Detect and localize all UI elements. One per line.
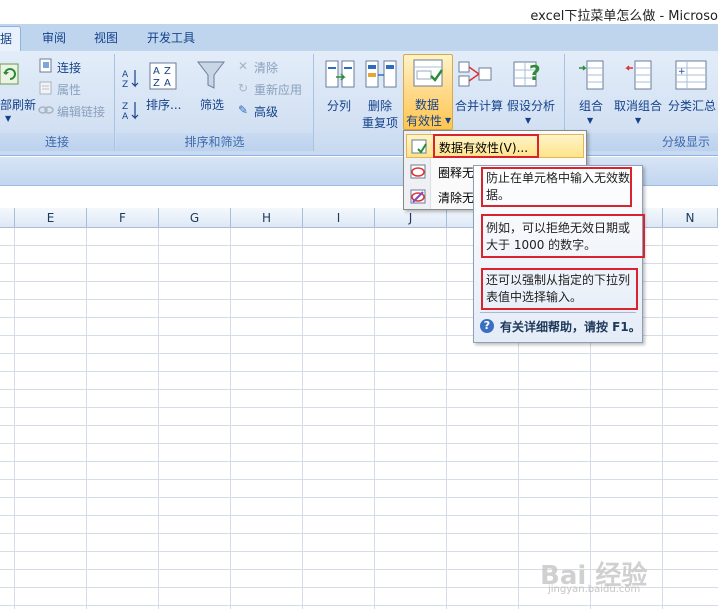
sort-dialog-icon: A Z Z A bbox=[149, 62, 177, 90]
svg-text:Z: Z bbox=[122, 80, 128, 90]
annotation-box-1 bbox=[481, 167, 632, 207]
svg-text:Z: Z bbox=[153, 78, 160, 89]
chevron-down-icon: ▼ bbox=[587, 116, 594, 125]
data-validation-icon bbox=[413, 59, 443, 87]
edit-links-button[interactable]: 编辑链接 bbox=[57, 103, 105, 120]
circle-invalid-data-icon bbox=[410, 164, 426, 179]
group-outline: 组合 ▼ 取消组合 ▼ + 分类汇总 分级显示 bbox=[564, 54, 718, 151]
group-icon bbox=[579, 60, 604, 90]
svg-text:Z: Z bbox=[122, 102, 128, 112]
remove-duplicates-button[interactable]: 删除 bbox=[368, 97, 392, 114]
svg-text:?: ? bbox=[529, 61, 541, 85]
ungroup-icon bbox=[625, 60, 652, 90]
column-header-f[interactable]: F bbox=[87, 208, 159, 228]
connections-icon bbox=[39, 58, 52, 73]
data-validation-label-2: 有效性 bbox=[406, 114, 443, 128]
refresh-all-icon bbox=[0, 63, 19, 85]
window-title: excel下拉菜单怎么做 - Microso bbox=[530, 9, 718, 24]
column-header-partial[interactable] bbox=[0, 208, 15, 228]
svg-text:Z: Z bbox=[164, 66, 171, 77]
group-button[interactable]: 组合 bbox=[579, 97, 603, 114]
column-header-g[interactable]: G bbox=[159, 208, 231, 228]
svg-text:A: A bbox=[122, 112, 129, 122]
column-header-e[interactable]: E bbox=[15, 208, 87, 228]
group-connections: 部刷新 ▼ 连接 属性 编辑链接 连接 bbox=[0, 54, 115, 151]
ribbon-tab-bar: 据 审阅 视图 开发工具 bbox=[0, 24, 718, 52]
tab-developer[interactable]: 开发工具 bbox=[147, 29, 195, 46]
tab-review[interactable]: 审阅 bbox=[42, 29, 66, 46]
tooltip-help-text: 有关详细帮助，请按 F1。 bbox=[500, 320, 641, 334]
advanced-button[interactable]: 高级 bbox=[254, 103, 278, 120]
column-header-n[interactable]: N bbox=[663, 208, 718, 228]
chevron-down-icon: ▼ bbox=[525, 116, 532, 125]
ribbon: 部刷新 ▼ 连接 属性 编辑链接 连接 A Z Z A A Z Z A 排序..… bbox=[0, 51, 718, 156]
remove-duplicates-label-2: 重复项 bbox=[362, 116, 399, 130]
chevron-down-icon: ▼ bbox=[5, 114, 12, 123]
clear-button[interactable]: 清除 bbox=[254, 59, 278, 76]
ungroup-button[interactable]: 取消组合 bbox=[614, 97, 662, 114]
sort-ascending-icon: A Z bbox=[122, 70, 139, 90]
tooltip-separator bbox=[480, 312, 636, 313]
refresh-all-button[interactable]: 部刷新 bbox=[0, 96, 36, 113]
group-sort-filter: A Z Z A A Z Z A 排序... 筛选 ✕ 清除 ↻ 重新应用 ✎ 高… bbox=[116, 54, 314, 151]
data-validation-icon bbox=[411, 139, 427, 154]
advanced-filter-icon: ✎ bbox=[238, 103, 249, 117]
chevron-down-icon: ▼ bbox=[635, 116, 642, 125]
reapply-button[interactable]: 重新应用 bbox=[254, 81, 302, 98]
data-validation-button[interactable]: 数据 有效性 ▼ bbox=[403, 54, 453, 130]
text-to-columns-button[interactable]: 分列 bbox=[327, 97, 351, 114]
data-validation-label-1: 数据 bbox=[415, 98, 440, 112]
reapply-icon: ↻ bbox=[238, 81, 249, 95]
filter-funnel-icon bbox=[196, 61, 226, 89]
subtotal-button[interactable]: 分类汇总 bbox=[668, 97, 716, 114]
svg-text:A: A bbox=[122, 70, 129, 80]
sort-button[interactable]: 排序... bbox=[146, 96, 181, 113]
what-if-analysis-button[interactable]: 假设分析 bbox=[507, 97, 555, 114]
tab-data[interactable]: 据 bbox=[0, 26, 22, 51]
svg-text:A: A bbox=[164, 78, 171, 89]
group-label-sort-filter: 排序和筛选 bbox=[116, 133, 313, 151]
connections-button[interactable]: 连接 bbox=[57, 59, 81, 76]
properties-button[interactable]: 属性 bbox=[57, 81, 81, 98]
sort-descending-icon: Z A bbox=[122, 102, 139, 122]
annotation-box-2 bbox=[481, 214, 645, 258]
properties-icon bbox=[39, 81, 52, 95]
annotation-box-3 bbox=[481, 268, 638, 310]
group-label-outline: 分级显示 bbox=[565, 133, 718, 151]
group-label-connections: 连接 bbox=[0, 133, 114, 151]
subtotal-icon: + bbox=[675, 60, 707, 90]
svg-text:A: A bbox=[153, 66, 160, 77]
svg-text:+: + bbox=[678, 67, 686, 77]
column-header-h[interactable]: H bbox=[231, 208, 303, 228]
what-if-analysis-icon: ? bbox=[513, 61, 541, 87]
annotation-highlight-box bbox=[433, 134, 539, 158]
watermark-url: jingyan.baidu.com bbox=[548, 584, 641, 595]
title-bar: excel下拉菜单怎么做 - Microso bbox=[0, 0, 718, 24]
consolidate-button[interactable]: 合并计算 bbox=[455, 97, 503, 114]
clear-filter-icon: ✕ bbox=[238, 59, 249, 73]
column-header-i[interactable]: I bbox=[303, 208, 375, 228]
column-header-j[interactable]: J bbox=[375, 208, 447, 228]
help-icon: ? bbox=[480, 319, 494, 333]
edit-links-icon bbox=[38, 106, 54, 114]
text-to-columns-icon bbox=[325, 60, 355, 88]
filter-button[interactable]: 筛选 bbox=[200, 96, 224, 113]
remove-duplicates-icon bbox=[365, 60, 397, 88]
tab-view[interactable]: 视图 bbox=[94, 29, 118, 46]
consolidate-icon bbox=[458, 61, 492, 87]
chevron-down-icon: ▼ bbox=[445, 116, 452, 125]
clear-validation-circles-icon bbox=[410, 189, 426, 204]
